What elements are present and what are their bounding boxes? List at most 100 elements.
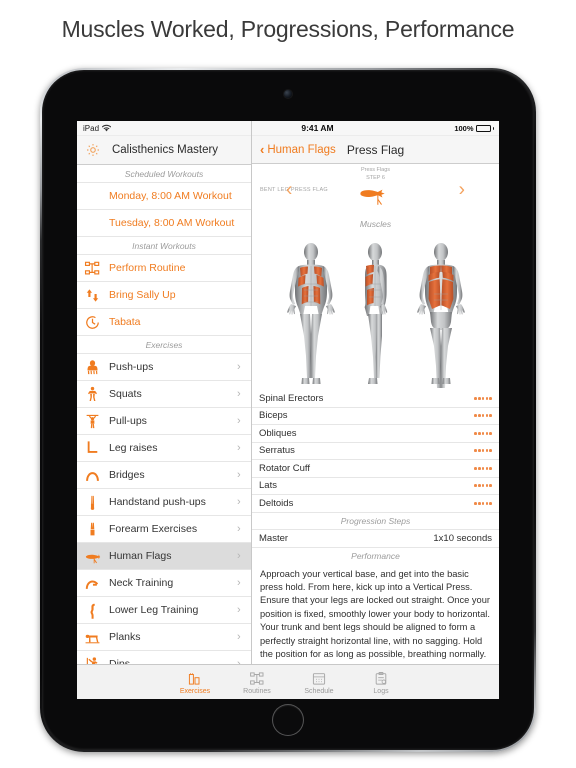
tab-exercises[interactable]: Exercises: [164, 670, 226, 695]
sidebar-item-label: Tabata: [109, 316, 141, 328]
progression-label: Master: [259, 532, 289, 544]
progression-section-header: Progression Steps: [252, 512, 499, 530]
muscles-section-header: Muscles: [252, 216, 499, 232]
sidebar-section-header: Scheduled Workouts: [77, 165, 251, 183]
sidebar-item-label: Leg raises: [109, 442, 158, 454]
tab-label: Routines: [243, 687, 271, 695]
prev-step-button[interactable]: ‹: [286, 181, 292, 200]
sidebar-item-human-flags[interactable]: Human Flags ›: [77, 543, 251, 570]
bridge-icon: [84, 466, 101, 485]
sidebar-item-dips[interactable]: Dips ›: [77, 651, 251, 664]
chevron-right-icon: ›: [237, 549, 241, 562]
tab-label: Exercises: [179, 687, 211, 695]
wifi-icon: [101, 124, 112, 132]
sidebar-item-label: Neck Training: [109, 577, 174, 589]
sidebar-item-planks[interactable]: Planks ›: [77, 624, 251, 651]
device-label: iPad: [83, 123, 100, 133]
muscle-intensity-dots: [474, 414, 492, 418]
dips-icon: [84, 655, 101, 664]
progression-list: Master 1x10 seconds: [252, 529, 499, 548]
sidebar-item-monday-8-00-am-workout[interactable]: Monday, 8:00 AM Workout: [77, 183, 251, 210]
muscle-intensity-dots: [474, 484, 492, 488]
sidebar-item-label: Squats: [109, 388, 142, 400]
chevron-right-icon: ›: [237, 414, 241, 427]
muscle-intensity-dots: [474, 501, 492, 505]
tab-logs[interactable]: Logs: [350, 670, 412, 695]
sidebar-item-perform-routine[interactable]: Perform Routine: [77, 255, 251, 282]
current-step-label: STEP 6: [366, 174, 385, 181]
muscle-row: Spinal Erectors: [252, 390, 499, 408]
home-button[interactable]: [272, 704, 304, 736]
updown-arrows-icon: [84, 286, 101, 305]
next-step-button[interactable]: ›: [459, 181, 465, 200]
squat-icon: [84, 385, 101, 404]
sidebar-item-push-ups[interactable]: Push-ups ›: [77, 354, 251, 381]
sidebar-item-squats[interactable]: Squats ›: [77, 381, 251, 408]
current-step: Press Flags STEP 6: [356, 167, 396, 207]
chevron-right-icon: ›: [237, 522, 241, 535]
humanflag-icon: [84, 547, 101, 566]
routine-icon: [84, 259, 101, 278]
sidebar-item-label: Human Flags: [109, 550, 172, 562]
chevron-right-icon: ›: [237, 576, 241, 589]
ipad-device: iPad Calisthenics Mastery Scheduled Work…: [40, 68, 536, 752]
muscle-row: Biceps: [252, 407, 499, 425]
muscle-row: Deltoids: [252, 495, 499, 513]
front-camera: [284, 90, 292, 98]
sidebar-item-label: Planks: [109, 631, 141, 643]
neck-icon: [84, 574, 101, 593]
performance-text: Approach your vertical base, and get int…: [252, 563, 499, 664]
tab-label: Logs: [373, 687, 389, 695]
muscle-intensity-dots: [474, 466, 492, 470]
sidebar-item-leg-raises[interactable]: Leg raises ›: [77, 435, 251, 462]
chevron-right-icon: ›: [237, 360, 241, 373]
sidebar-item-label: Forearm Exercises: [109, 523, 198, 535]
legraise-icon: [84, 439, 101, 458]
current-group-label: Press Flags: [360, 167, 391, 173]
back-button[interactable]: ‹ Human Flags: [260, 143, 336, 156]
muscle-name: Serratus: [259, 445, 295, 457]
plank-icon: [84, 628, 101, 647]
battery-icon: [475, 124, 491, 132]
sidebar-item-label: Bridges: [109, 469, 145, 481]
sidebar-item-handstand-push-ups[interactable]: Handstand push-ups ›: [77, 489, 251, 516]
sidebar-item-bring-sally-up[interactable]: Bring Sally Up: [77, 282, 251, 309]
handstand-icon: [84, 493, 101, 512]
calendar-icon: [310, 670, 328, 687]
battery-percent: 100%: [454, 123, 474, 133]
sidebar-item-bridges[interactable]: Bridges ›: [77, 462, 251, 489]
sidebar-status-bar: iPad: [77, 121, 251, 136]
chevron-right-icon: ›: [237, 630, 241, 643]
lowerleg-icon: [84, 601, 101, 620]
ios-status-bar: 9:41 AM 100%: [252, 121, 499, 136]
detail-navbar: ‹ Human Flags Press Flag: [252, 136, 499, 164]
app-body: iPad Calisthenics Mastery Scheduled Work…: [77, 121, 499, 664]
chevron-right-icon: ›: [237, 387, 241, 400]
muscle-row: Lats: [252, 477, 499, 495]
sidebar: iPad Calisthenics Mastery Scheduled Work…: [77, 121, 252, 664]
nodes-icon: [248, 670, 266, 687]
tab-routines[interactable]: Routines: [226, 670, 288, 695]
press-flag-thumbnail: [359, 189, 385, 205]
muscle-row: Obliques: [252, 425, 499, 443]
chevron-right-icon: ›: [237, 468, 241, 481]
muscle-intensity-dots: [474, 396, 492, 400]
tab-schedule[interactable]: Schedule: [288, 670, 350, 695]
sidebar-item-tuesday-8-00-am-workout[interactable]: Tuesday, 8:00 AM Workout: [77, 210, 251, 237]
sidebar-item-label: Handstand push-ups: [109, 496, 206, 508]
sidebar-item-label: Push-ups: [109, 361, 154, 373]
progression-stepper: BENT LEG PRESS FLAG Press Flags STEP 6 ‹…: [252, 164, 499, 216]
anatomy-front: [286, 243, 335, 384]
sidebar-item-tabata[interactable]: Tabata: [77, 309, 251, 336]
progression-row: Master 1x10 seconds: [252, 529, 499, 548]
sidebar-item-pull-ups[interactable]: Pull-ups ›: [77, 408, 251, 435]
chart-bars-icon: [186, 670, 204, 687]
muscle-name: Spinal Erectors: [259, 392, 324, 404]
chevron-right-icon: ›: [237, 603, 241, 616]
sidebar-list[interactable]: Scheduled Workouts Monday, 8:00 AM Workou…: [77, 165, 251, 664]
sidebar-item-lower-leg-training[interactable]: Lower Leg Training ›: [77, 597, 251, 624]
gear-icon[interactable]: [85, 142, 101, 158]
sidebar-item-neck-training[interactable]: Neck Training ›: [77, 570, 251, 597]
sidebar-item-forearm-exercises[interactable]: Forearm Exercises ›: [77, 516, 251, 543]
muscle-row: Rotator Cuff: [252, 460, 499, 478]
